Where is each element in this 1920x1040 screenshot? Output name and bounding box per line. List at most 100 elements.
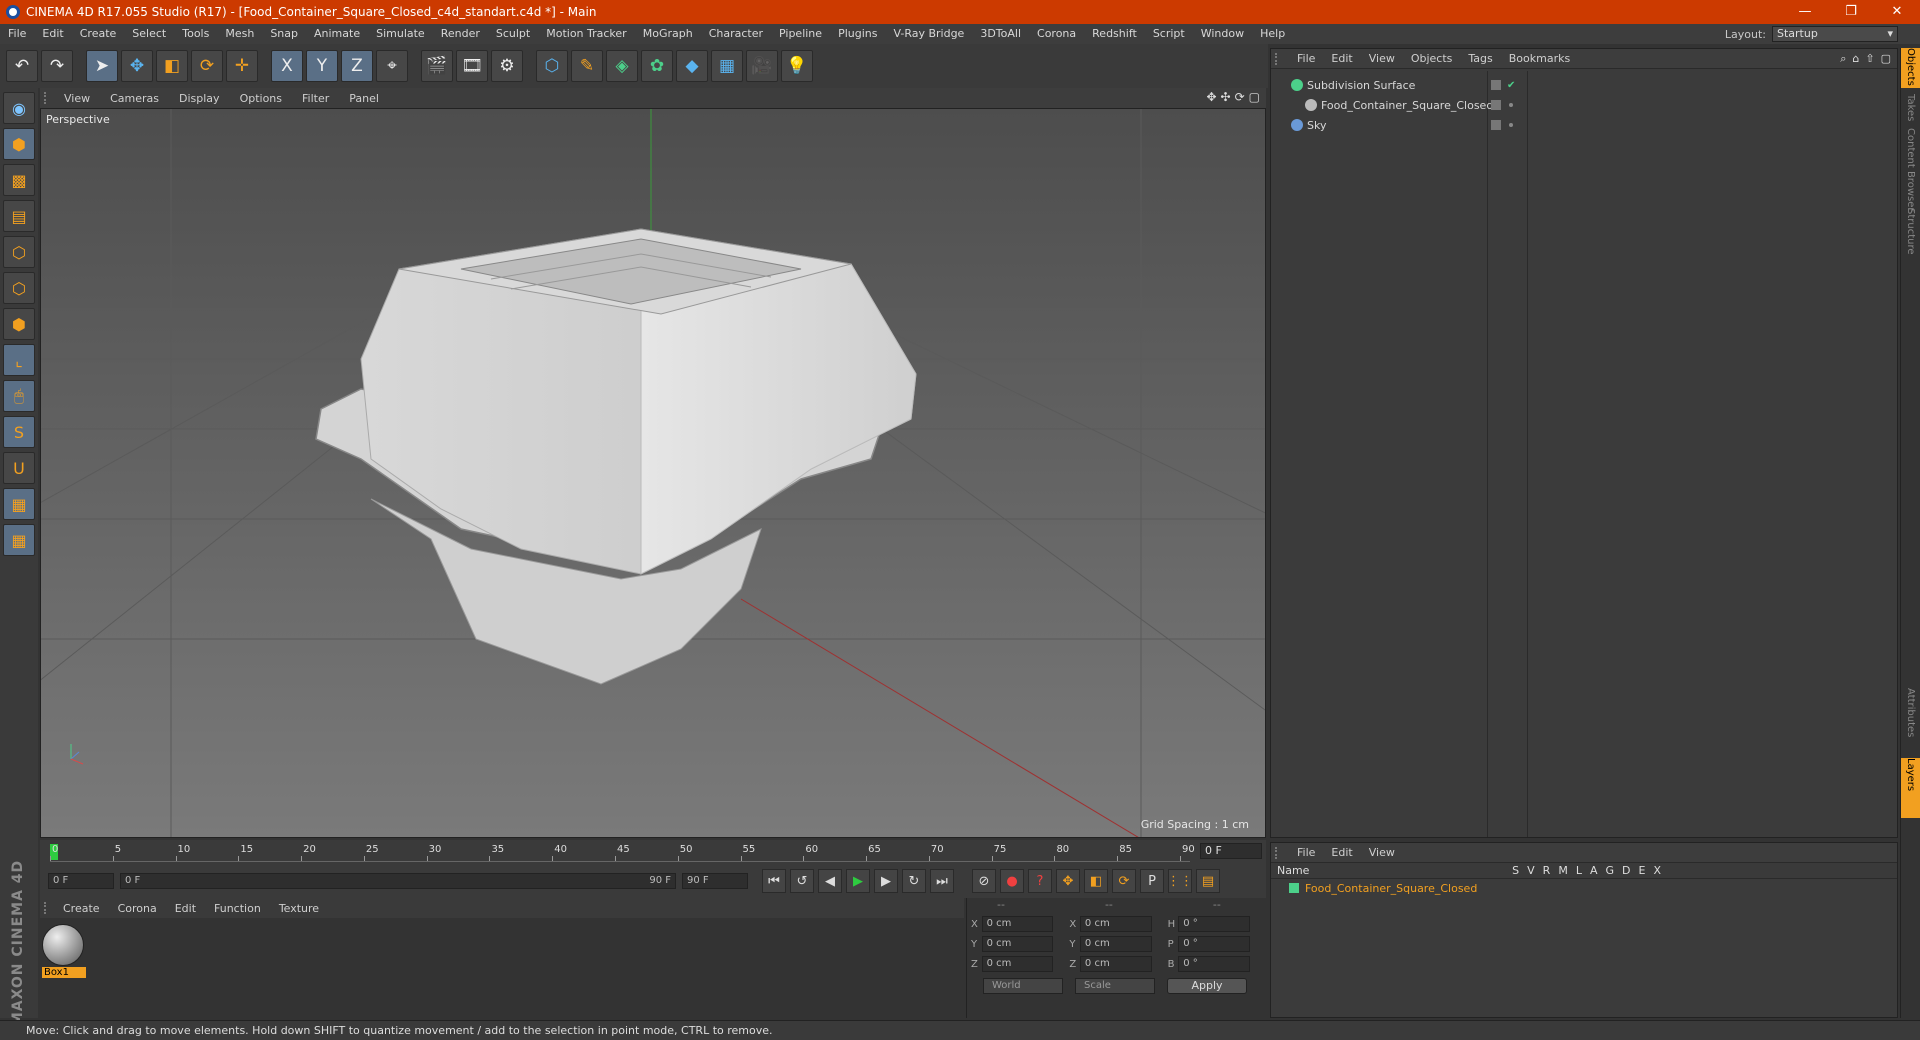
viewport-menu-options[interactable]: Options [230, 92, 292, 105]
snap-button[interactable]: U [3, 452, 35, 484]
next-key-button[interactable]: ↻ [902, 869, 926, 893]
layer-color-swatch[interactable] [1289, 883, 1299, 893]
light-button[interactable]: 💡 [781, 50, 813, 82]
layer-flag-v[interactable]: V [1527, 864, 1535, 877]
coord-position-field[interactable]: 0 cm [981, 916, 1054, 932]
layer-flag-r[interactable]: R [1543, 864, 1551, 877]
coord-rotation-field[interactable]: 0 ° [1178, 956, 1250, 972]
model-mode-button[interactable]: ⬢ [3, 128, 35, 160]
cloner-button[interactable]: ✿ [641, 50, 673, 82]
edges-mode-button[interactable]: ⬡ [3, 272, 35, 304]
material-menu-create[interactable]: Create [54, 902, 109, 915]
tab-layers[interactable]: Layers [1901, 758, 1920, 818]
go-to-end-button[interactable]: ⏭ [930, 869, 954, 893]
orbit-icon[interactable]: ⟳ [1235, 90, 1245, 104]
menu-create[interactable]: Create [72, 24, 125, 44]
toggle-layout-icon[interactable]: ▢ [1249, 90, 1260, 104]
material-swatch[interactable]: Box1 [42, 924, 86, 982]
object-row-subdivision-surface[interactable]: Subdivision Surface ✔ [1271, 75, 1897, 95]
viewport-menu-cameras[interactable]: Cameras [100, 92, 169, 105]
coord-rotation-field[interactable]: 0 ° [1178, 916, 1250, 932]
menu-snap[interactable]: Snap [262, 24, 306, 44]
layout-dropdown[interactable]: Startup ▾ [1772, 26, 1898, 42]
visibility-toggle-icon[interactable] [1491, 80, 1501, 90]
menu-script[interactable]: Script [1145, 24, 1193, 44]
solo-button[interactable]: S [3, 416, 35, 448]
key-position-button[interactable]: ✥ [1056, 869, 1080, 893]
layer-flag-l[interactable]: L [1576, 864, 1582, 877]
timeline-ruler[interactable]: 0 5 10 15 20 25 30 35 40 45 50 55 60 65 70 75 80 85 90 0 F [40, 840, 1266, 864]
menu-edit[interactable]: Edit [34, 24, 71, 44]
coord-size-field[interactable]: 0 cm [1079, 956, 1152, 972]
frame-range-slider[interactable]: 0 F 90 F [120, 873, 676, 889]
tab-takes[interactable]: Takes [1901, 94, 1920, 124]
end-frame-field[interactable]: 90 F [682, 873, 748, 889]
objects-menu-edit[interactable]: Edit [1323, 52, 1360, 65]
menu-animate[interactable]: Animate [306, 24, 368, 44]
panel-grip-icon[interactable] [1275, 52, 1285, 65]
menu-simulate[interactable]: Simulate [368, 24, 433, 44]
layer-flag-s[interactable]: S [1512, 864, 1519, 877]
menu-tools[interactable]: Tools [174, 24, 217, 44]
menu-corona[interactable]: Corona [1029, 24, 1084, 44]
object-row-sky[interactable]: Sky [1271, 115, 1897, 135]
cube-object-button[interactable]: ⬡ [536, 50, 568, 82]
camera-label[interactable]: Perspective [46, 113, 110, 126]
undo-button[interactable]: ↶ [6, 50, 38, 82]
prev-key-button[interactable]: ↺ [790, 869, 814, 893]
scale-button[interactable]: ◧ [156, 50, 188, 82]
locked-workplane-button[interactable]: ▦ [3, 488, 35, 520]
enabled-dot-icon[interactable] [1509, 123, 1513, 127]
layers-menu-file[interactable]: File [1289, 846, 1323, 859]
coord-type-dropdown[interactable]: Scale [1075, 978, 1155, 994]
material-menu-texture[interactable]: Texture [270, 902, 328, 915]
menu-v-ray-bridge[interactable]: V-Ray Bridge [885, 24, 972, 44]
coord-position-field[interactable]: 0 cm [981, 936, 1054, 952]
coord-size-field[interactable]: 0 cm [1079, 916, 1152, 932]
layer-flag-g[interactable]: G [1605, 864, 1614, 877]
key-scale-button[interactable]: ◧ [1084, 869, 1108, 893]
axis-mode-button[interactable]: ⌞ [3, 344, 35, 376]
key-param-button[interactable]: P [1140, 869, 1164, 893]
material-menu-corona[interactable]: Corona [109, 902, 166, 915]
menu-redshift[interactable]: Redshift [1084, 24, 1145, 44]
polygons-mode-button[interactable]: ⬢ [3, 308, 35, 340]
autokey-button[interactable]: ? [1028, 869, 1052, 893]
make-editable-button[interactable]: ◉ [3, 92, 35, 124]
menu-3dtoall[interactable]: 3DToAll [972, 24, 1029, 44]
menu-pipeline[interactable]: Pipeline [771, 24, 830, 44]
tab-content-browser[interactable]: Content Browser [1901, 128, 1920, 211]
z-axis-button[interactable]: Z [341, 50, 373, 82]
planar-workplane-button[interactable]: ▦ [3, 524, 35, 556]
pen-spline-button[interactable]: ✎ [571, 50, 603, 82]
layer-flag-x[interactable]: X [1653, 864, 1661, 877]
layers-menu-edit[interactable]: Edit [1323, 846, 1360, 859]
enabled-check-icon[interactable]: ✔ [1507, 80, 1515, 91]
home-icon[interactable]: ⌂ [1852, 52, 1859, 66]
objects-menu-bookmarks[interactable]: Bookmarks [1501, 52, 1578, 65]
objects-menu-view[interactable]: View [1361, 52, 1403, 65]
panel-grip-icon[interactable] [44, 92, 54, 104]
panel-grip-icon[interactable] [44, 902, 54, 914]
visibility-toggle-icon[interactable] [1491, 100, 1501, 110]
next-frame-button[interactable]: ▶ [874, 869, 898, 893]
menu-sculpt[interactable]: Sculpt [488, 24, 538, 44]
viewport-menu-filter[interactable]: Filter [292, 92, 339, 105]
points-mode-button[interactable]: ⬡ [3, 236, 35, 268]
coord-rotation-field[interactable]: 0 ° [1178, 936, 1250, 952]
layer-flag-d[interactable]: D [1622, 864, 1630, 877]
dolly-icon[interactable]: ✣ [1221, 90, 1231, 104]
apply-button[interactable]: Apply [1167, 978, 1247, 994]
layer-flag-m[interactable]: M [1558, 864, 1568, 877]
rotate-button[interactable]: ⟳ [191, 50, 223, 82]
go-to-start-button[interactable]: ⏮ [762, 869, 786, 893]
perspective-viewport[interactable]: Perspective Grid Spacing : 1 cm [40, 108, 1266, 838]
coordinate-system-button[interactable]: ⌖ [376, 50, 408, 82]
material-menu-function[interactable]: Function [205, 902, 270, 915]
current-frame-field[interactable]: 0 F [1200, 843, 1262, 859]
layer-flag-e[interactable]: E [1639, 864, 1646, 877]
tab-structure[interactable]: Structure [1901, 208, 1920, 260]
camera-button[interactable]: 🎥 [746, 50, 778, 82]
coord-position-field[interactable]: 0 cm [981, 956, 1054, 972]
menu-motion-tracker[interactable]: Motion Tracker [538, 24, 634, 44]
